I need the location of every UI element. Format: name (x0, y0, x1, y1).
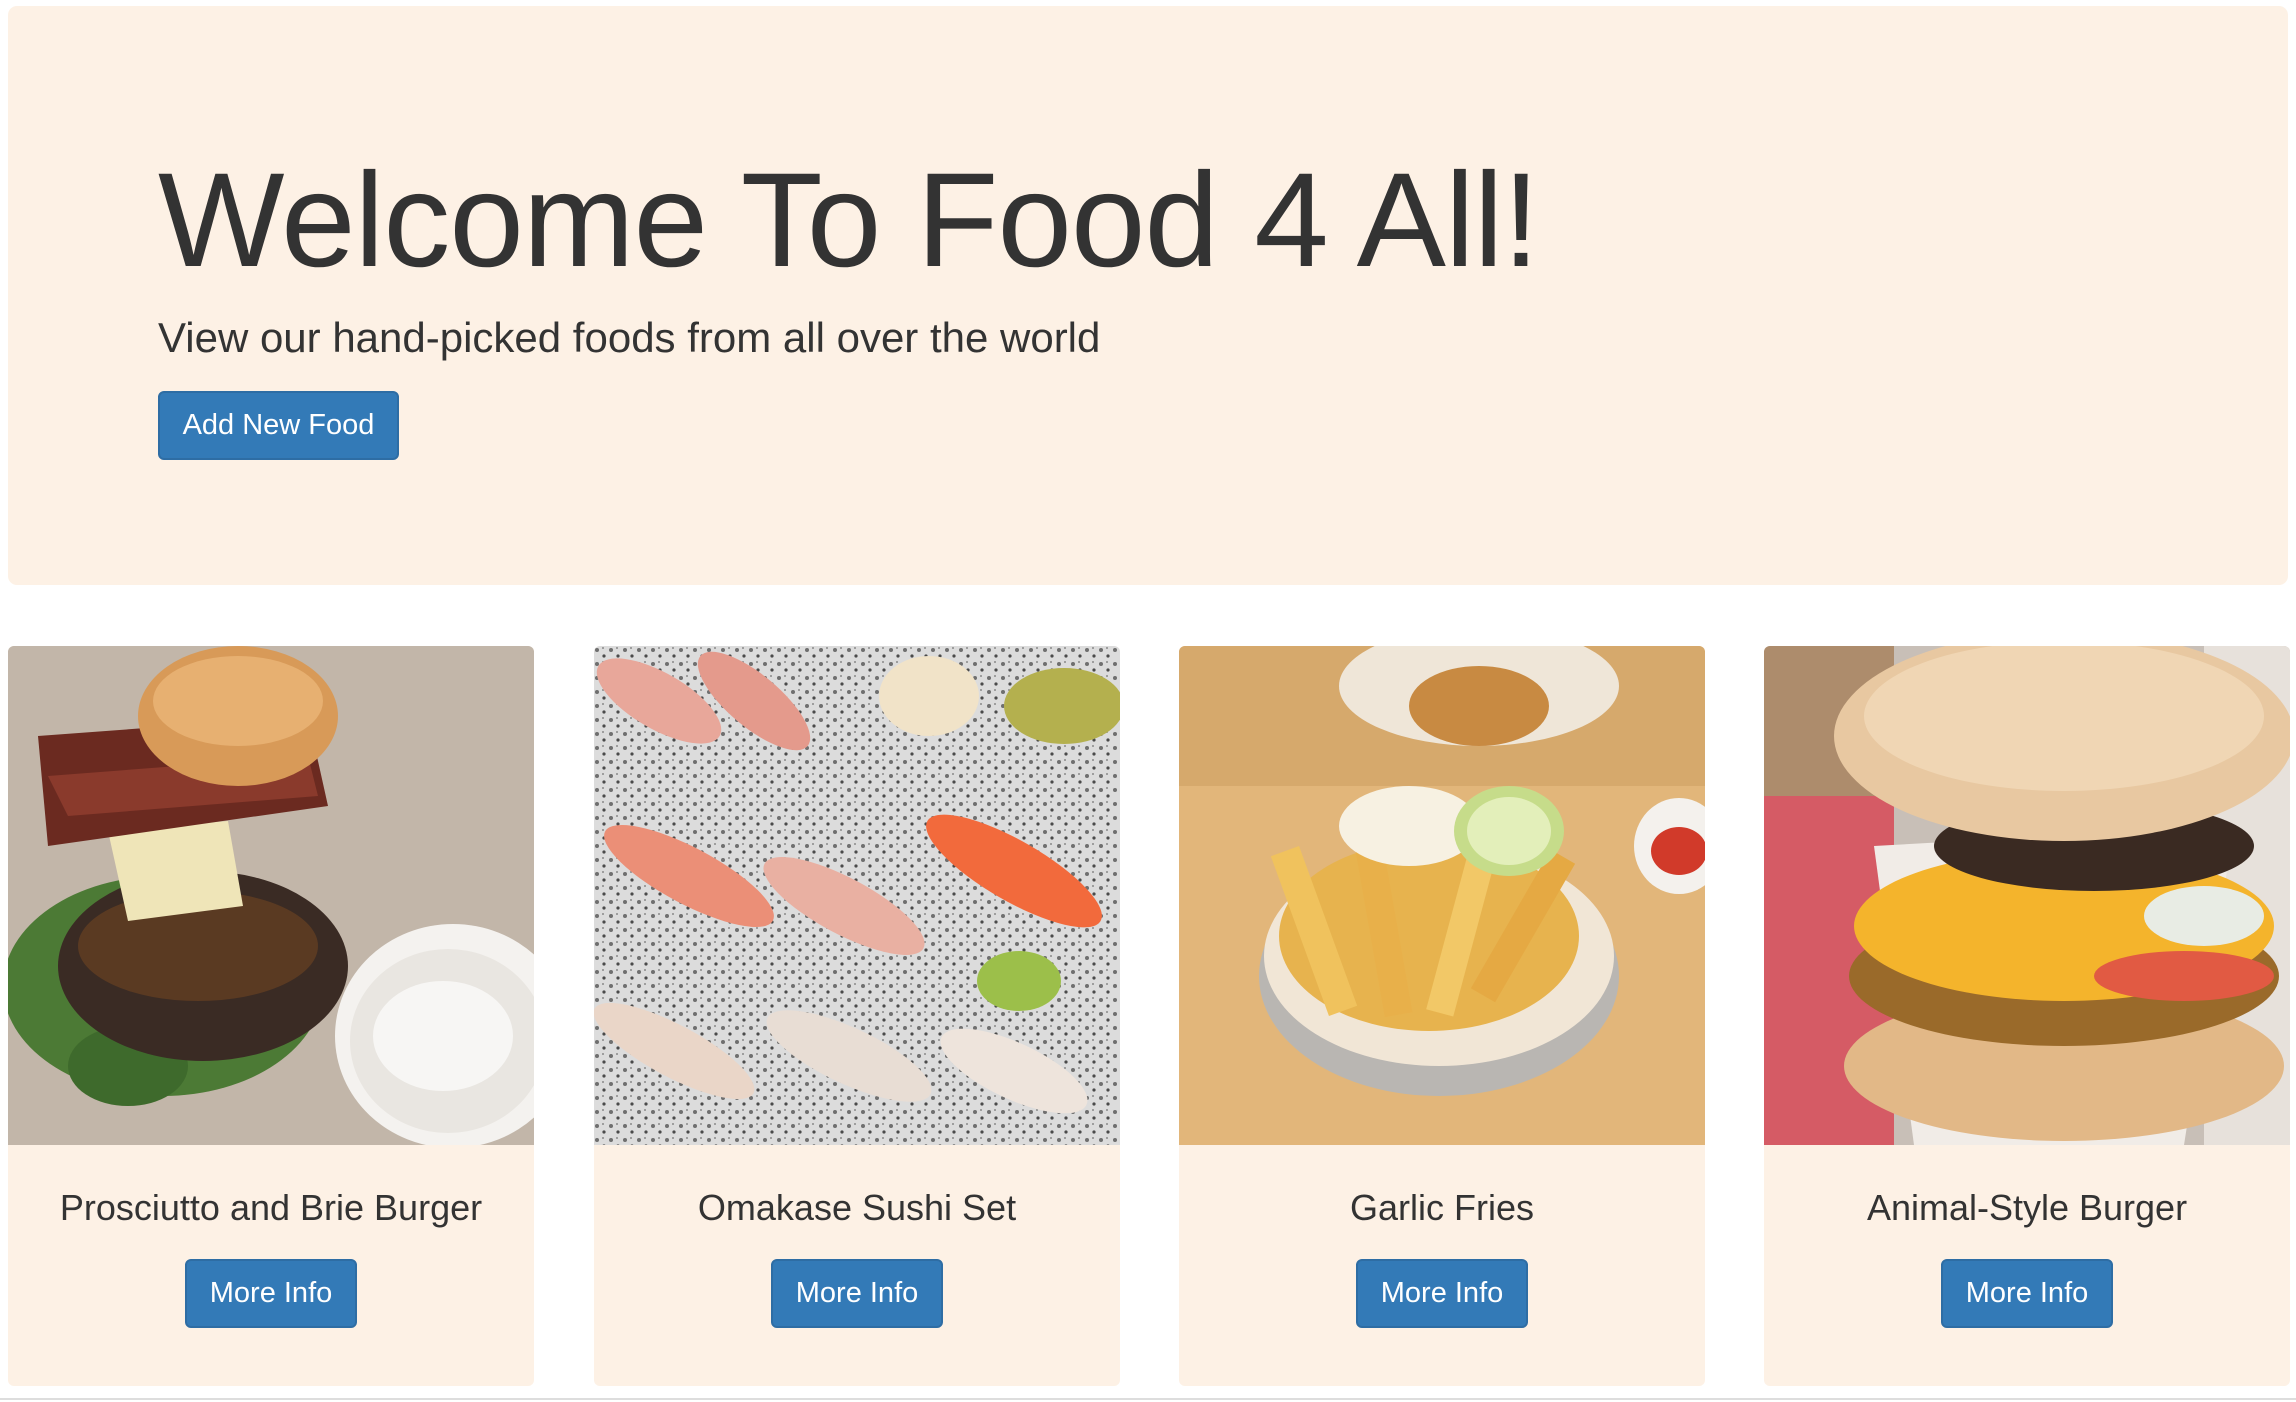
food-name: Garlic Fries (1349, 1187, 1534, 1228)
food-card: Garlic Fries More Info (1179, 646, 1705, 1386)
hero-subtitle: View our hand-picked foods from all over… (158, 314, 1101, 361)
food-photo-prosciutto-brie-burger[interactable] (8, 646, 534, 1145)
hero-jumbotron: Welcome To Food 4 All! View our hand-pic… (8, 6, 2288, 585)
more-info-button[interactable]: More Info (1941, 1259, 2113, 1328)
food-photo-omakase-sushi-set[interactable] (594, 646, 1120, 1145)
food-name: Animal-Style Burger (1866, 1187, 2188, 1228)
food-name: Omakase Sushi Set (697, 1187, 1017, 1228)
add-new-food-button[interactable]: Add New Food (158, 391, 399, 460)
more-info-button[interactable]: More Info (1356, 1259, 1528, 1328)
food-photo-animal-style-burger[interactable] (1764, 646, 2290, 1145)
food-card: Omakase Sushi Set More Info (594, 646, 1120, 1386)
more-info-button[interactable]: More Info (185, 1259, 357, 1328)
food-photo-garlic-fries[interactable] (1179, 646, 1705, 1145)
food-card: Animal-Style Burger More Info (1764, 646, 2290, 1386)
more-info-button[interactable]: More Info (771, 1259, 943, 1328)
page-bottom-divider (0, 1398, 2296, 1400)
page-title: Welcome To Food 4 All! (158, 146, 1540, 295)
food-card: Prosciutto and Brie Burger More Info (8, 646, 534, 1386)
food-name: Prosciutto and Brie Burger (59, 1187, 483, 1228)
